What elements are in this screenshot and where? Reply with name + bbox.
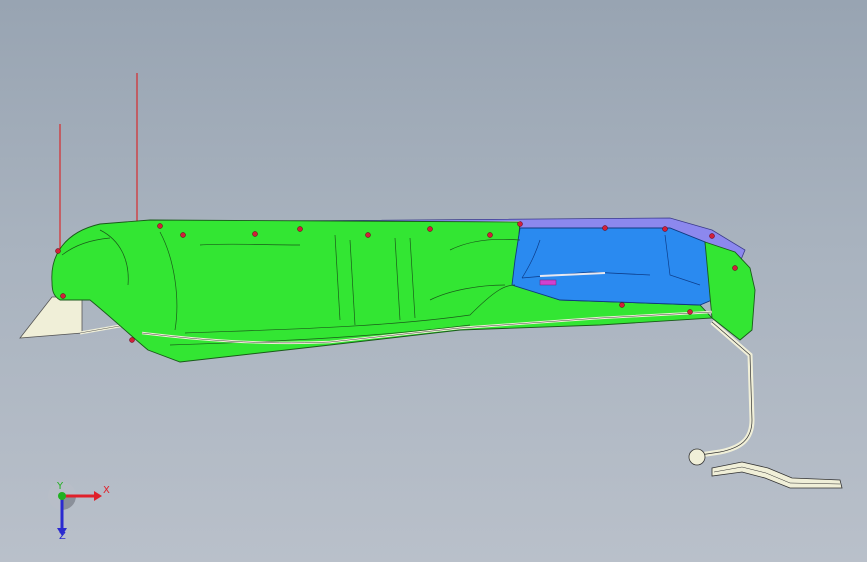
cad-viewport[interactable]: X Y Z <box>0 0 867 562</box>
model-view[interactable] <box>0 0 867 562</box>
blue-shell[interactable] <box>511 227 713 306</box>
y-axis-label: Y <box>57 481 64 492</box>
right-support-bar[interactable] <box>699 320 755 458</box>
support-pivot[interactable] <box>688 448 706 466</box>
left-bracket[interactable] <box>19 296 83 339</box>
x-axis-label: X <box>103 485 110 496</box>
foot-plate[interactable] <box>711 461 843 489</box>
z-axis-label: Z <box>59 531 66 542</box>
axis-triad[interactable]: X Y Z <box>40 478 120 550</box>
y-axis-dot <box>58 492 66 500</box>
